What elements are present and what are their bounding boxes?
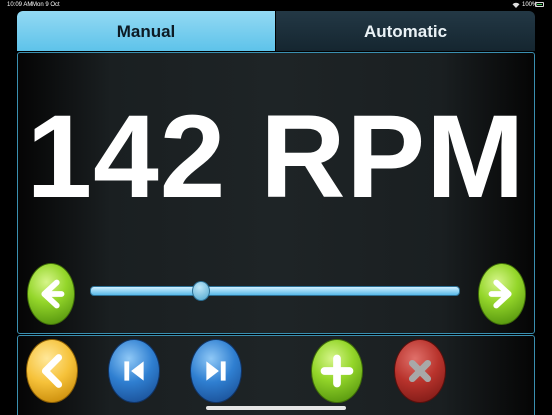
- chevron-left-icon: [41, 354, 63, 388]
- speed-slider-thumb[interactable]: [192, 281, 210, 301]
- status-bar: 10:09 AM Mon 9 Oct 100%: [0, 0, 552, 10]
- close-icon: [408, 359, 432, 383]
- plus-icon: [320, 354, 354, 388]
- battery-icon: [535, 2, 544, 7]
- tab-automatic[interactable]: Automatic: [276, 11, 535, 51]
- speed-panel: 142 RPM: [17, 52, 535, 334]
- tab-manual[interactable]: Manual: [17, 11, 275, 51]
- skip-back-icon: [124, 361, 144, 381]
- bottom-toolbar: [17, 335, 535, 415]
- skip-forward-icon: [206, 361, 226, 381]
- decrease-speed-button[interactable]: [27, 263, 75, 325]
- mode-tabs: Manual Automatic: [17, 11, 535, 51]
- wifi-icon: [512, 2, 520, 8]
- skip-back-button[interactable]: [108, 339, 160, 403]
- speed-slider-track[interactable]: [90, 286, 460, 296]
- back-button[interactable]: [26, 339, 78, 403]
- status-date: Mon 9 Oct: [32, 2, 60, 8]
- skip-forward-button[interactable]: [190, 339, 242, 403]
- rpm-readout: 142 RPM: [26, 91, 526, 223]
- close-button[interactable]: [394, 339, 446, 403]
- status-time: 10:09 AM: [7, 2, 33, 8]
- increase-speed-button[interactable]: [478, 263, 526, 325]
- add-button[interactable]: [311, 339, 363, 403]
- home-indicator: [206, 406, 346, 410]
- arrow-left-icon: [41, 279, 65, 309]
- arrow-right-icon: [488, 279, 512, 309]
